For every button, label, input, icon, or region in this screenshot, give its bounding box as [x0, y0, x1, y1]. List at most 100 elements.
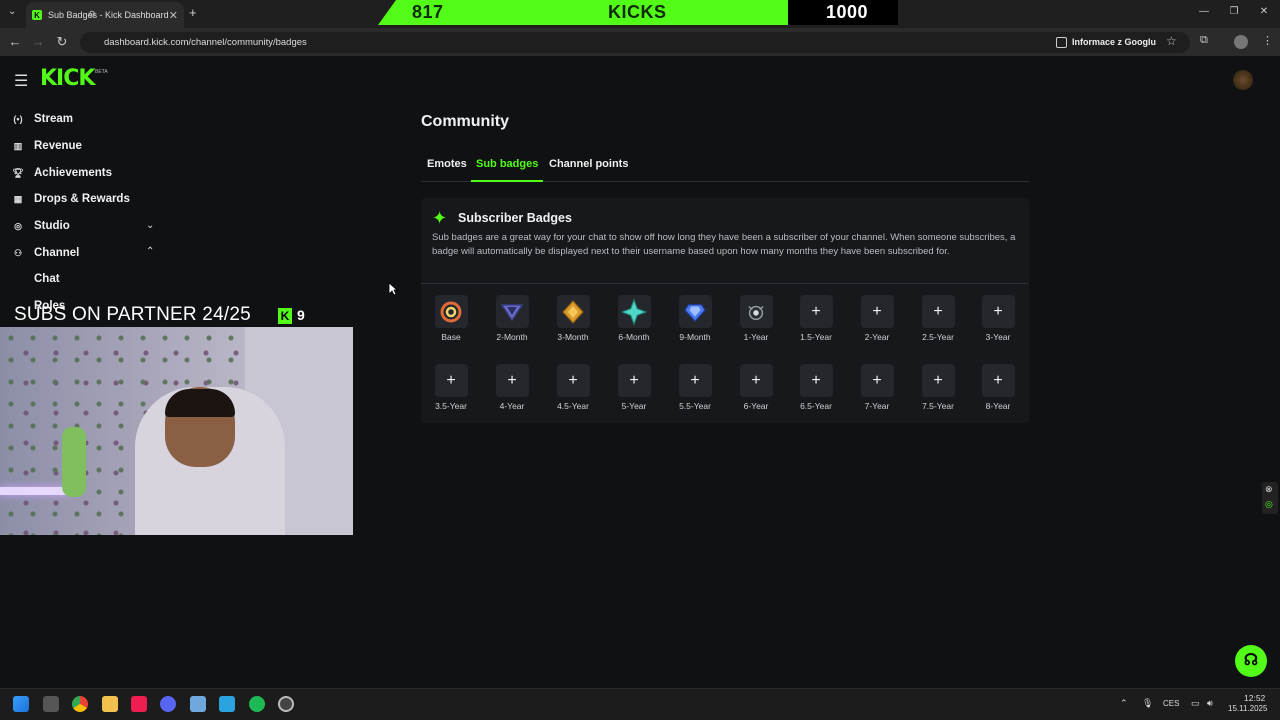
tab-emotes[interactable]: Emotes — [427, 158, 467, 170]
side-extension-widget[interactable]: ⊗ ◎ — [1262, 482, 1278, 514]
kick-count: 9 — [297, 307, 305, 323]
google-info-chip[interactable]: Informace z Googlu — [1056, 32, 1156, 52]
headset-icon: ☊ — [1243, 652, 1259, 669]
sidebar-item-achievements[interactable]: 🏆︎ Achievements — [12, 163, 112, 183]
plus-icon[interactable]: + — [981, 364, 1015, 397]
close-window-icon[interactable]: ✕ — [1257, 6, 1271, 17]
plus-icon[interactable]: + — [434, 364, 468, 397]
badge-slot-base[interactable]: Base — [421, 295, 481, 342]
sidebar-item-stream[interactable]: (•) Stream — [12, 109, 73, 129]
hamburger-menu-icon[interactable]: ☰ — [14, 71, 28, 91]
badge-slot-5-5-year[interactable]: + 5.5-Year — [665, 364, 725, 411]
sidebar-item-drops-rewards[interactable]: ▦ Drops & Rewards — [12, 189, 130, 209]
plus-icon[interactable]: + — [799, 364, 833, 397]
badge-slot-1-year[interactable]: 1-Year — [726, 295, 786, 342]
badge-slot-7-year[interactable]: + 7-Year — [847, 364, 907, 411]
sidebar-subitem-chat[interactable]: Chat — [34, 273, 60, 285]
badge-slot-7-5-year[interactable]: + 7.5-Year — [908, 364, 968, 411]
badge-slot-4-5-year[interactable]: + 4.5-Year — [543, 364, 603, 411]
kick-favicon-icon: K — [32, 10, 42, 20]
url-input[interactable]: dashboard.kick.com/channel/community/bad… — [80, 32, 1190, 53]
badge-label: Base — [441, 332, 461, 342]
webcam-overlay — [0, 327, 353, 535]
plus-icon[interactable]: + — [739, 364, 773, 397]
plus-icon[interactable]: + — [981, 295, 1015, 328]
user-avatar[interactable] — [1233, 70, 1253, 90]
badge-slot-4-year[interactable]: + 4-Year — [482, 364, 542, 411]
tray-expand-icon[interactable]: ⌃ — [1120, 698, 1128, 709]
clock-date[interactable]: 15.11.2025 — [1228, 704, 1267, 713]
badge-slot-2-month[interactable]: 2-Month — [482, 295, 542, 342]
help-chat-button[interactable]: ☊ — [1235, 645, 1267, 677]
badge-slot-3-5-year[interactable]: + 3.5-Year — [421, 364, 481, 411]
plus-icon[interactable]: + — [495, 364, 529, 397]
minimize-icon[interactable]: — — [1197, 6, 1211, 17]
badge-slot-2-5-year[interactable]: + 2.5-Year — [908, 295, 968, 342]
bookmark-star-icon[interactable]: ☆ — [1166, 34, 1177, 48]
spotify-icon[interactable] — [249, 696, 265, 712]
profile-icon[interactable] — [1234, 35, 1248, 49]
badge-slot-3-year[interactable]: + 3-Year — [968, 295, 1028, 342]
taskview-icon[interactable] — [43, 696, 59, 712]
kick-logo[interactable]: KICK — [40, 66, 95, 91]
mouse-cursor-icon — [388, 282, 398, 296]
more-menu-icon[interactable]: ⋮ — [1262, 34, 1273, 47]
badge-slot-8-year[interactable]: + 8-Year — [968, 364, 1028, 411]
badge-slot-9-month[interactable]: 9-Month — [665, 295, 725, 342]
plus-icon[interactable]: + — [860, 364, 894, 397]
badge-label: 5-Year — [621, 401, 647, 411]
windows-start-icon[interactable] — [13, 696, 29, 712]
chevron-up-icon[interactable]: ⌃ — [146, 246, 154, 257]
restore-icon[interactable]: ❐ — [1227, 6, 1241, 17]
1-year-badge-icon — [739, 295, 773, 328]
forward-icon[interactable]: → — [29, 34, 47, 49]
close-tab-icon[interactable]: ✕ — [169, 9, 178, 22]
extensions-icon[interactable]: ⧉ — [1200, 34, 1208, 47]
badge-slot-5-year[interactable]: + 5-Year — [604, 364, 664, 411]
badge-slot-6-5-year[interactable]: + 6.5-Year — [786, 364, 846, 411]
plus-icon[interactable]: + — [921, 364, 955, 397]
volume-icon[interactable]: 🔊︎ — [1207, 698, 1213, 709]
badge-slot-2-year[interactable]: + 2-Year — [847, 295, 907, 342]
language-indicator[interactable]: CES — [1163, 699, 1179, 708]
tiktok-icon[interactable] — [131, 696, 147, 712]
new-tab-icon[interactable]: + — [189, 5, 197, 20]
discord-icon[interactable] — [160, 696, 176, 712]
sidebar-item-revenue[interactable]: ▥ Revenue — [12, 136, 82, 156]
plus-icon[interactable]: + — [617, 364, 651, 397]
network-icon[interactable]: ▭ — [1191, 698, 1200, 709]
close-widget-icon[interactable]: ⊗ — [1265, 484, 1273, 495]
file-explorer-icon[interactable] — [102, 696, 118, 712]
reload-icon[interactable]: ↻ — [53, 34, 71, 50]
sidebar-item-channel[interactable]: ⚇ Channel — [12, 243, 79, 263]
recording-app-icon[interactable] — [278, 696, 294, 712]
badge-slot-1-5-year[interactable]: + 1.5-Year — [786, 295, 846, 342]
browser-tab[interactable]: K Sub Badges - Kick Dashboard ✕ — [26, 2, 184, 28]
chevron-down-icon[interactable]: ⌄ — [146, 220, 154, 231]
widget-settings-icon[interactable]: ◎ — [1265, 499, 1273, 510]
clock-time[interactable]: 12:52 — [1244, 693, 1265, 703]
plus-icon[interactable]: + — [799, 295, 833, 328]
sidebar-item-studio[interactable]: ◎ Studio — [12, 216, 70, 236]
badge-slot-6-month[interactable]: 6-Month — [604, 295, 664, 342]
back-icon[interactable]: ← — [6, 34, 24, 49]
plus-icon[interactable]: + — [556, 364, 590, 397]
app-f-icon[interactable] — [219, 696, 235, 712]
chrome-icon[interactable] — [72, 696, 88, 712]
microphone-icon[interactable]: 🎙︎ — [1142, 698, 1153, 709]
photos-icon[interactable] — [190, 696, 206, 712]
site-info-icon[interactable]: ⚙ — [88, 9, 96, 20]
tab-sub-badges[interactable]: Sub badges — [476, 158, 538, 170]
plus-icon[interactable]: + — [921, 295, 955, 328]
panel-divider — [421, 283, 1029, 284]
tab-channel-points[interactable]: Channel points — [549, 158, 628, 170]
badge-slot-6-year[interactable]: + 6-Year — [726, 364, 786, 411]
plus-icon[interactable]: + — [678, 364, 712, 397]
tab-search-icon[interactable]: ⌄ — [8, 6, 16, 17]
plus-icon[interactable]: + — [860, 295, 894, 328]
badge-slot-3-month[interactable]: 3-Month — [543, 295, 603, 342]
kicks-label: KICKS — [608, 2, 667, 22]
gift-icon: ▦ — [13, 193, 23, 204]
badge-label: 3.5-Year — [435, 401, 467, 411]
panel-description: Sub badges are a great way for your chat… — [432, 232, 1016, 257]
